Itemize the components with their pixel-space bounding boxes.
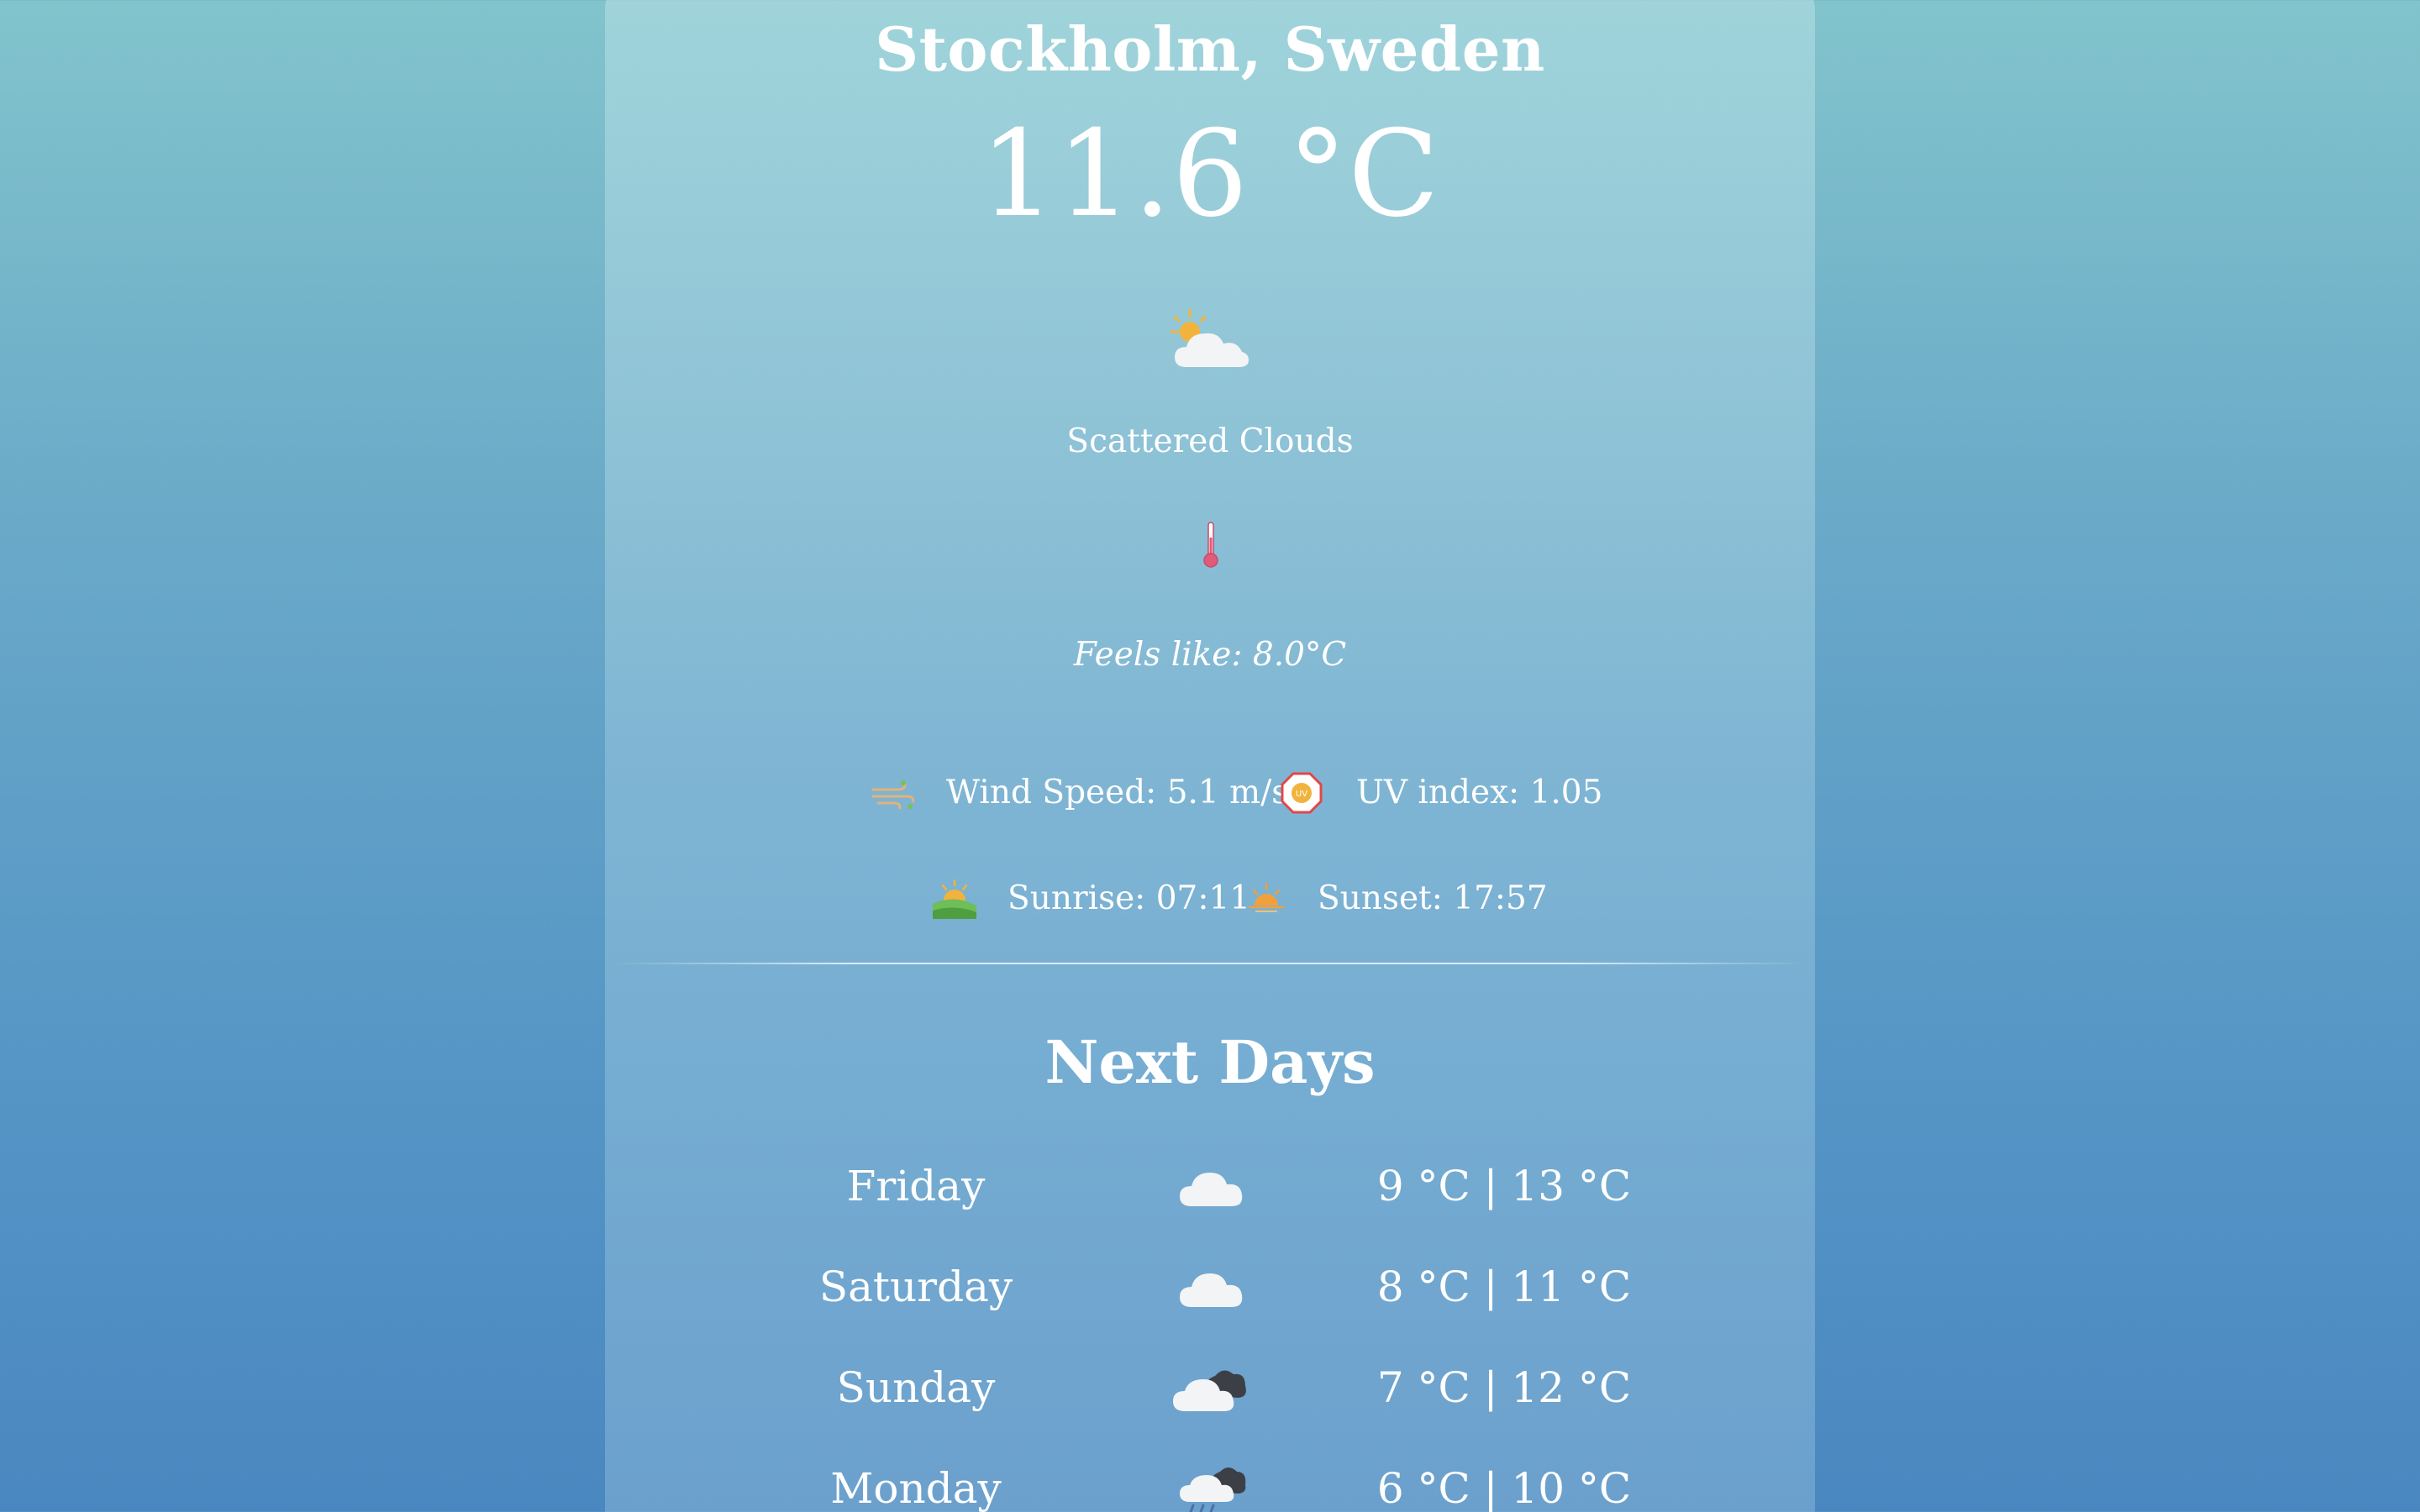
sunrise-icon xyxy=(933,879,976,919)
uv-icon: UV xyxy=(1281,772,1323,814)
sunset-time: Sunset: 17:57 xyxy=(1318,879,1548,917)
feels-like: Feels like: 8.0°C xyxy=(1073,636,1347,674)
uv-index: UV index: 1.05 xyxy=(1356,774,1603,811)
forecast-row: Saturday 8 °C | 11 °C xyxy=(605,1253,1815,1320)
forecast-temps: 6 °C | 10 °C xyxy=(1376,1464,1632,1512)
city-name: Stockholm, Sweden xyxy=(875,13,1545,85)
forecast-day: Sunday xyxy=(836,1363,996,1412)
partly-cloudy-icon xyxy=(1170,308,1249,367)
forecast-day: Friday xyxy=(846,1162,986,1210)
broken-clouds-icon xyxy=(1173,1370,1246,1411)
forecast-row: Friday 9 °C | 13 °C xyxy=(605,1152,1815,1220)
section-divider xyxy=(612,963,1808,964)
wind-speed: Wind Speed: 5.1 m/s xyxy=(946,774,1289,811)
cloud-icon xyxy=(1180,1173,1243,1206)
wind-uv-row: Wind Speed: 5.1 m/s UV UV index: 1.05 xyxy=(605,768,1815,818)
wind-icon xyxy=(871,780,915,810)
rain-cloud-icon xyxy=(1180,1467,1246,1512)
forecast-temps: 9 °C | 13 °C xyxy=(1376,1162,1632,1210)
sun-times-row: Sunrise: 07:11 Sunset: 17:57 xyxy=(605,874,1815,924)
forecast-temps: 7 °C | 12 °C xyxy=(1376,1363,1632,1412)
forecast-title: Next Days xyxy=(1044,1027,1376,1097)
forecast-day: Saturday xyxy=(818,1263,1013,1311)
forecast-row: Sunday 7 °C | 12 °C xyxy=(605,1354,1815,1421)
weather-description: Scattered Clouds xyxy=(1066,423,1354,460)
sunrise-time: Sunrise: 07:11 xyxy=(1007,879,1251,917)
forecast-row: Monday 6 °C | 10 °C xyxy=(605,1455,1815,1512)
current-temperature: 11.6 °C xyxy=(980,105,1440,244)
cloud-icon xyxy=(1180,1273,1243,1307)
svg-text:UV: UV xyxy=(1296,790,1307,799)
forecast-day: Monday xyxy=(830,1464,1002,1512)
thermometer-icon xyxy=(1203,522,1218,568)
sunset-icon xyxy=(1249,882,1284,912)
forecast-temps: 8 °C | 11 °C xyxy=(1376,1263,1632,1311)
